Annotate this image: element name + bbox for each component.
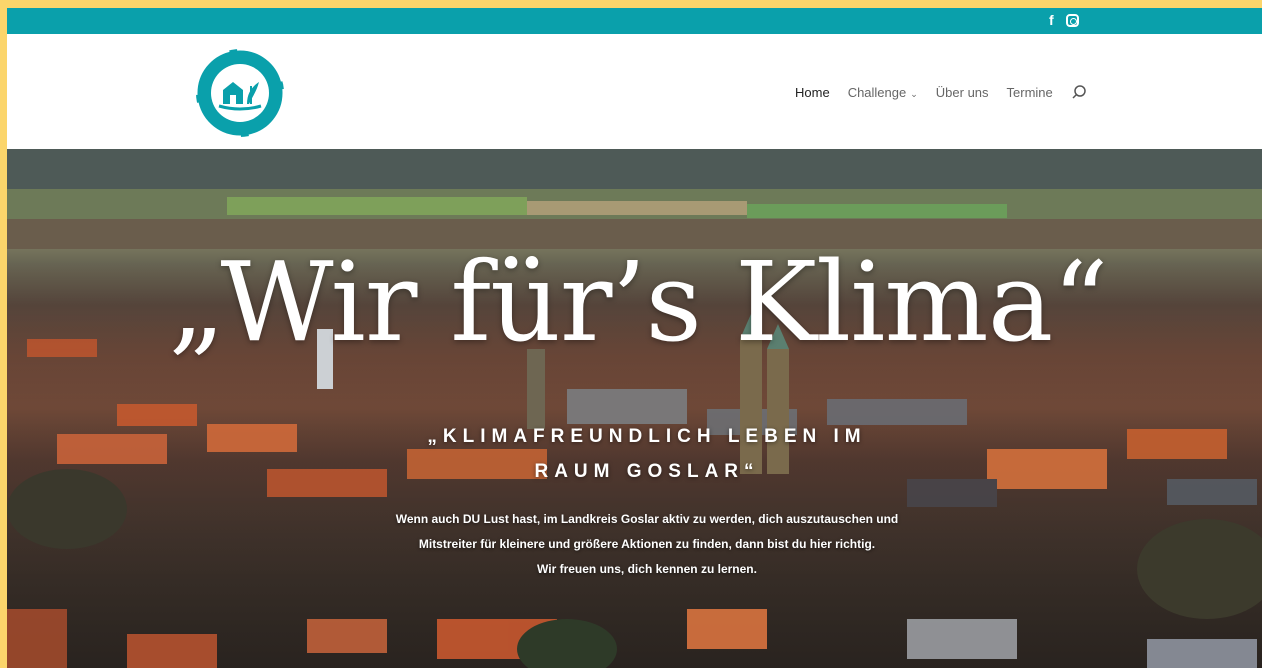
social-links: f	[1049, 12, 1079, 28]
hero-description: Wenn auch DU Lust hast, im Landkreis Gos…	[347, 507, 947, 582]
top-bar: f	[7, 8, 1262, 34]
hero-section: „Wir für’s Klima“ „KLIMAFREUNDLICH LEBEN…	[7, 149, 1262, 668]
hero-subtitle-line-2: RAUM GOSLAR“	[534, 461, 760, 482]
site-logo[interactable]	[193, 46, 287, 140]
hero-text-line-2: Mitstreiter für kleinere und größere Akt…	[418, 537, 876, 551]
chevron-down-icon: ⌄	[910, 88, 918, 99]
nav-item-ueber-uns[interactable]: Über uns	[936, 85, 989, 100]
hero-subtitle-line-1: „KLIMAFREUNDLICH LEBEN IM	[427, 426, 867, 447]
nav-item-home[interactable]: Home	[795, 85, 830, 100]
instagram-icon[interactable]	[1065, 13, 1079, 27]
main-nav: Home Challenge ⌄ Über uns Termine	[795, 84, 1087, 100]
hero-text-line-3: Wir freuen uns, dich kennen zu lernen.	[537, 562, 757, 576]
nav-item-termine[interactable]: Termine	[1007, 85, 1053, 100]
search-icon[interactable]	[1071, 84, 1087, 100]
page-frame: f Home Challenge ⌄ Über uns Termine „Wir…	[7, 8, 1262, 668]
hero-background-image	[7, 149, 1262, 668]
nav-item-challenge[interactable]: Challenge ⌄	[848, 85, 918, 100]
hero-text-line-1: Wenn auch DU Lust hast, im Landkreis Gos…	[395, 512, 899, 526]
nav-item-challenge-label: Challenge	[847, 84, 907, 100]
hero-subtitle: „KLIMAFREUNDLICH LEBEN IM RAUM GOSLAR“	[347, 419, 947, 489]
site-header: Home Challenge ⌄ Über uns Termine	[7, 34, 1262, 149]
hero-title: „Wir für’s Klima“	[168, 238, 1108, 366]
facebook-icon[interactable]: f	[1049, 12, 1054, 28]
